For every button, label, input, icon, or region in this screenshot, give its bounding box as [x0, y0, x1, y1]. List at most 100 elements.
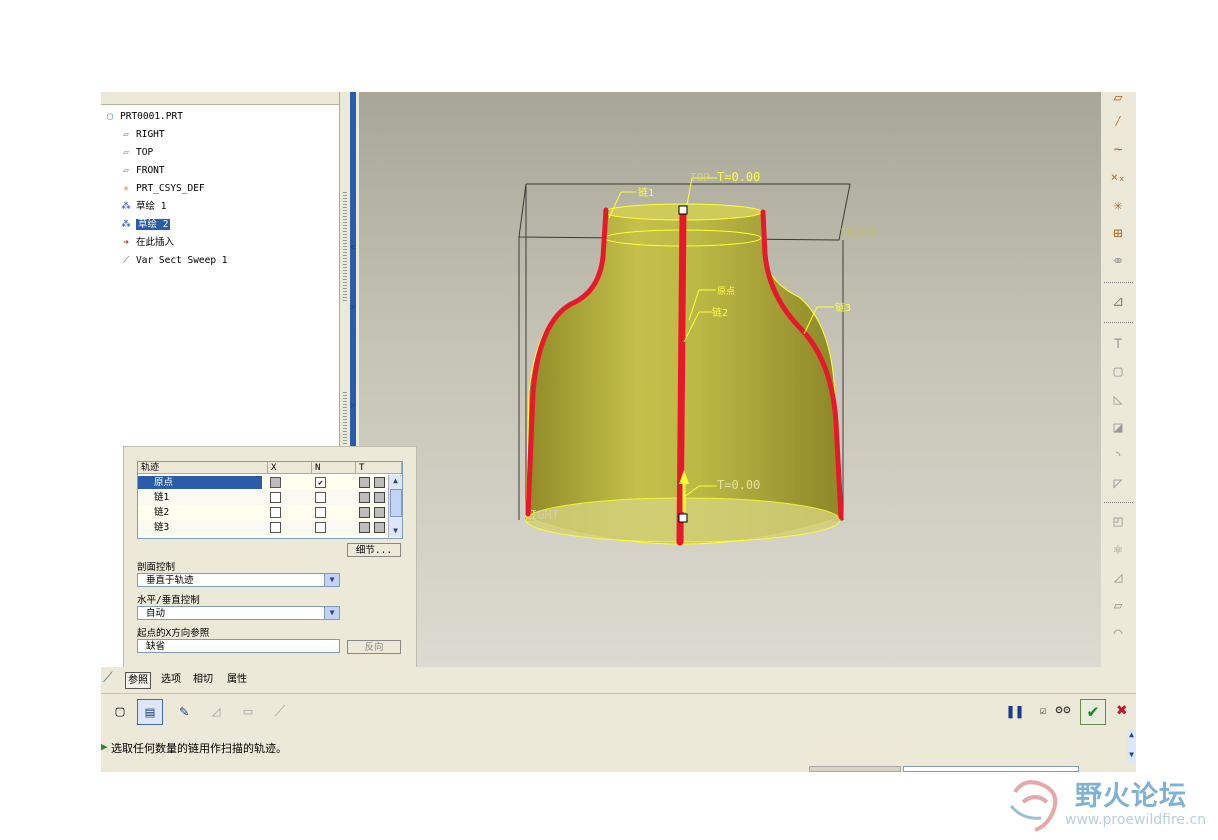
- t-tangency-box[interactable]: [374, 522, 385, 533]
- x-reference-label: 起点的X方向参照: [137, 628, 210, 639]
- watermark-url: www.proewildfire.cn: [1065, 812, 1207, 828]
- watermark-title: 野火论坛: [1075, 781, 1187, 812]
- t-bottom-label: T=0.00: [717, 478, 760, 492]
- analysis-feature-icon[interactable]: ⊞: [1106, 222, 1130, 244]
- ok-checkmark-icon[interactable]: ✔: [1080, 699, 1106, 725]
- t-tangency-box[interactable]: [359, 492, 370, 503]
- trim-tool-icon[interactable]: ▱: [1106, 594, 1130, 616]
- tree-item[interactable]: ✳ PRT_CSYS_DEF: [119, 181, 205, 197]
- col-header-trajectory: 轨迹: [138, 462, 268, 474]
- draft-tool-icon[interactable]: ◪: [1106, 416, 1130, 438]
- flip-button[interactable]: 反向: [347, 640, 401, 654]
- preview-glasses-icon[interactable]: ʘʘ: [1051, 699, 1075, 723]
- origin-label: 原点: [717, 286, 735, 297]
- tree-item[interactable]: ▢ PRT0001.PRT: [103, 109, 183, 125]
- solid-option-icon[interactable]: ▢: [108, 699, 132, 723]
- pattern-tool-icon[interactable]: ◰: [1106, 510, 1130, 532]
- tab-properties[interactable]: 属性: [227, 672, 247, 687]
- shell-tool-icon[interactable]: ▢: [1106, 360, 1130, 382]
- t-tangency-box[interactable]: [359, 522, 370, 533]
- hole-tool-icon[interactable]: ⊤: [1106, 332, 1130, 354]
- t-tangency-box[interactable]: [359, 477, 370, 488]
- x-checkbox[interactable]: [270, 477, 281, 488]
- scroll-down-icon[interactable]: ▼: [389, 525, 402, 537]
- t-tangency-box[interactable]: [374, 507, 385, 518]
- pause-icon[interactable]: ❚❚: [1003, 699, 1027, 723]
- sketch-section-icon[interactable]: ✎: [172, 699, 196, 723]
- trajectory-row[interactable]: 链1: [138, 490, 388, 505]
- status-field: [809, 766, 901, 772]
- surface-option-icon[interactable]: ▤: [137, 699, 163, 725]
- hv-control-value: 自动: [146, 608, 166, 619]
- chain-tool-icon[interactable]: ⚭: [1106, 250, 1130, 272]
- tree-item[interactable]: ▱ FRONT: [119, 163, 164, 179]
- datum-point-tool-icon[interactable]: ×ₓ: [1106, 166, 1130, 188]
- x-checkbox[interactable]: [270, 492, 281, 503]
- table-scrollbar[interactable]: ▲ ▼: [388, 475, 402, 537]
- extend-tool-icon[interactable]: ◠: [1106, 622, 1130, 644]
- tree-item-label: 草绘 2: [136, 219, 171, 230]
- details-button[interactable]: 细节...: [347, 543, 401, 557]
- n-checkbox[interactable]: ✔: [315, 477, 326, 488]
- mirror-tool-icon[interactable]: ⚛: [1106, 538, 1130, 560]
- datum-plane-icon: ▱: [123, 129, 129, 140]
- navigator-edge-bar[interactable]: [350, 92, 356, 502]
- rib-tool-icon[interactable]: ◺: [1106, 388, 1130, 410]
- message-scrollbar[interactable]: ▲ ▼: [1127, 730, 1136, 764]
- chain2-label: 链2: [712, 306, 728, 319]
- t-tangency-box[interactable]: [359, 507, 370, 518]
- merge-tool-icon[interactable]: ◿: [1106, 566, 1130, 588]
- sketch-tool-icon[interactable]: ⊿: [1106, 290, 1130, 312]
- tab-options[interactable]: 选项: [161, 672, 181, 687]
- scroll-thumb[interactable]: [390, 489, 402, 517]
- section-control-select[interactable]: 垂直于轨迹 ▼: [137, 573, 340, 587]
- trajectory-name: 原点: [138, 476, 262, 489]
- chevron-down-icon[interactable]: ▼: [324, 607, 339, 619]
- datum-curve-tool-icon[interactable]: ∼: [1106, 138, 1130, 160]
- tree-item[interactable]: ▱ TOP: [119, 145, 153, 161]
- trajectory-start-handle[interactable]: [678, 205, 688, 215]
- sketch-icon: ⁂: [121, 219, 131, 230]
- cancel-x-icon[interactable]: ✖: [1110, 699, 1134, 723]
- datum-axis-tool-icon[interactable]: ⁄: [1106, 110, 1130, 132]
- remove-material-icon[interactable]: ◿: [204, 699, 228, 723]
- trajectory-row[interactable]: 原点 ✔: [138, 475, 388, 490]
- n-checkbox[interactable]: [315, 492, 326, 503]
- n-checkbox[interactable]: [315, 507, 326, 518]
- thicken-direction-icon[interactable]: ⟋: [268, 699, 292, 723]
- scroll-down-icon[interactable]: ▼: [1127, 750, 1136, 759]
- n-checkbox[interactable]: [315, 522, 326, 533]
- scroll-up-icon[interactable]: ▲: [1127, 730, 1136, 739]
- trajectory-end-handle[interactable]: [678, 513, 688, 523]
- tree-item[interactable]: ⁂ 草绘 1: [119, 199, 166, 215]
- round-tool-icon[interactable]: ◝: [1106, 444, 1130, 466]
- trajectory-row[interactable]: 链3: [138, 520, 388, 535]
- tree-item[interactable]: ⟋ Var Sect Sweep 1: [119, 253, 228, 269]
- scroll-up-icon[interactable]: ▲: [389, 475, 402, 487]
- csys-tool-icon[interactable]: ✳: [1106, 194, 1130, 216]
- sweep-feature-icon: ⟋: [122, 255, 130, 266]
- trajectory-row[interactable]: 链2: [138, 505, 388, 520]
- expand-right-arrow-icon[interactable]: >: [350, 401, 357, 411]
- datum-plane-tool-icon[interactable]: ▱: [1106, 86, 1130, 108]
- toolbar-separator: [1104, 282, 1133, 283]
- expand-right-arrow-icon[interactable]: >: [350, 303, 357, 313]
- tab-tangency[interactable]: 相切: [193, 672, 213, 687]
- top-plane-label: TOP: [690, 171, 710, 184]
- tree-item[interactable]: ▱ RIGHT: [119, 127, 164, 143]
- toolbar-separator: [1104, 502, 1133, 503]
- x-reference-field[interactable]: 缺省: [137, 639, 340, 653]
- tab-references[interactable]: 参照: [125, 672, 151, 689]
- x-checkbox[interactable]: [270, 522, 281, 533]
- tree-item[interactable]: ⁂ 草绘 2: [119, 217, 171, 233]
- graphics-viewport[interactable]: 链1 TOP T=0.00 原点 链2 链3 T=0.00 FRONT IGHT: [359, 92, 1101, 667]
- hv-control-select[interactable]: 自动 ▼: [137, 606, 340, 620]
- collapse-left-arrow-icon[interactable]: <: [350, 243, 357, 253]
- t-tangency-box[interactable]: [374, 492, 385, 503]
- tree-item[interactable]: ➜ 在此插入: [119, 235, 174, 251]
- x-checkbox[interactable]: [270, 507, 281, 518]
- t-tangency-box[interactable]: [374, 477, 385, 488]
- chamfer-tool-icon[interactable]: ◸: [1106, 472, 1130, 494]
- chevron-down-icon[interactable]: ▼: [324, 574, 339, 586]
- thicken-sketch-icon[interactable]: ▭: [236, 699, 260, 723]
